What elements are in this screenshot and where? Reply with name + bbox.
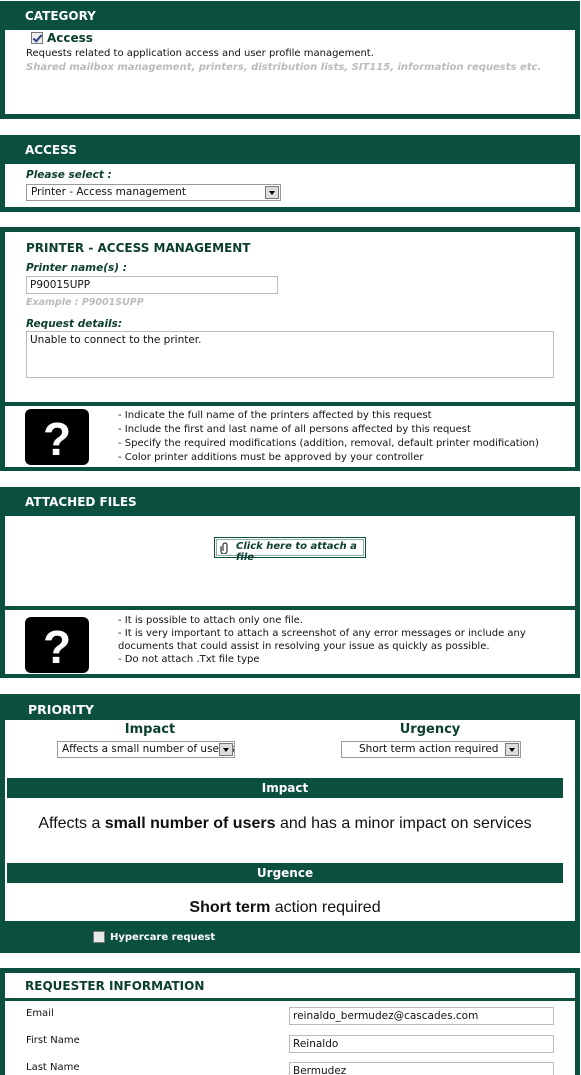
last-name-field[interactable]: Bermudez: [289, 1062, 554, 1075]
chevron-down-icon[interactable]: [505, 743, 519, 756]
chevron-down-icon[interactable]: [219, 743, 233, 756]
access-select[interactable]: Printer - Access management: [26, 184, 281, 201]
impact-select-value: Affects a small number of users a: [62, 743, 235, 755]
paperclip-icon: [220, 542, 228, 554]
urgence-desc-post: action required: [270, 899, 381, 916]
access-select-value: Printer - Access management: [31, 186, 187, 198]
help-line: - Color printer additions must be approv…: [118, 452, 424, 463]
access-checkbox-label[interactable]: Access: [47, 31, 93, 45]
help-line: - Do not attach .Txt file type: [118, 654, 260, 665]
access-checkbox[interactable]: [31, 32, 43, 44]
request-details-textarea[interactable]: Unable to connect to the printer.: [26, 331, 554, 378]
impact-select[interactable]: Affects a small number of users a: [57, 741, 235, 758]
printer-name-label: Printer name(s) :: [26, 262, 127, 274]
attached-help-box: ? - It is possible to attach only one fi…: [5, 606, 575, 674]
printer-name-input[interactable]: P90015UPP: [26, 276, 278, 294]
help-line: - It is very important to attach a scree…: [118, 628, 526, 639]
priority-panel: PRIORITY Impact Affects a small number o…: [0, 694, 580, 953]
priority-header: PRIORITY: [5, 699, 575, 720]
requester-header: REQUESTER INFORMATION: [5, 973, 575, 993]
urgence-desc-bold: Short term: [189, 899, 271, 916]
requester-header-line: [5, 998, 575, 1001]
printer-title: PRINTER - ACCESS MANAGEMENT: [26, 241, 251, 255]
impact-desc-post: and has a minor impact on services: [275, 815, 532, 832]
question-mark-icon: ?: [25, 617, 89, 673]
svg-text:?: ?: [43, 413, 71, 465]
impact-bar: Impact: [7, 778, 563, 798]
question-mark-icon: ?: [25, 409, 89, 465]
email-label: Email: [26, 1008, 54, 1019]
priority-body: Impact Affects a small number of users a…: [5, 720, 575, 921]
urgency-select-value: Short term action required: [359, 743, 499, 755]
impact-desc-pre: Affects a: [38, 815, 105, 832]
urgence-description: Short term action required: [5, 899, 565, 917]
help-line: documents that could assist in resolving…: [118, 641, 490, 652]
impact-desc-bold: small number of users: [104, 815, 276, 832]
attached-files-panel: ATTACHED FILES Click here to attach a fi…: [0, 487, 580, 678]
hypercare-checkbox[interactable]: [93, 931, 105, 943]
requester-panel: REQUESTER INFORMATION Email reinaldo_ber…: [0, 968, 580, 1075]
printer-help-box: ? - Indicate the full name of the printe…: [5, 402, 575, 467]
category-panel: CATEGORY Access Requests related to appl…: [0, 1, 580, 119]
help-line: - Specify the required modifications (ad…: [118, 438, 539, 449]
access-select-label: Please select :: [26, 169, 112, 181]
impact-label: Impact: [124, 722, 176, 737]
impact-description: Affects a small number of users and has …: [5, 815, 565, 833]
help-line: - Include the first and last name of all…: [118, 424, 471, 435]
help-line: - Indicate the full name of the printers…: [118, 410, 432, 421]
last-name-label: Last Name: [26, 1062, 80, 1073]
category-examples: Shared mailbox management, printers, dis…: [26, 62, 542, 73]
svg-text:?: ?: [43, 621, 71, 673]
urgency-select[interactable]: Short term action required: [341, 741, 521, 758]
urgency-label: Urgency: [399, 722, 461, 737]
chevron-down-icon[interactable]: [265, 186, 279, 199]
urgence-bar: Urgence: [7, 863, 563, 883]
hypercare-label[interactable]: Hypercare request: [110, 932, 215, 943]
attach-file-label: Click here to attach a file: [236, 541, 357, 563]
category-header: CATEGORY: [5, 6, 575, 30]
printer-help-text: - Indicate the full name of the printers…: [118, 409, 539, 465]
first-name-field[interactable]: Reinaldo: [289, 1035, 554, 1053]
attach-file-button[interactable]: Click here to attach a file: [214, 537, 366, 563]
attached-files-header: ATTACHED FILES: [5, 492, 575, 516]
email-field[interactable]: reinaldo_bermudez@cascades.com: [289, 1007, 554, 1025]
printer-panel: PRINTER - ACCESS MANAGEMENT Printer name…: [0, 227, 580, 471]
help-line: - It is possible to attach only one file…: [118, 615, 303, 626]
request-details-label: Request details:: [26, 318, 123, 330]
attached-help-text: - It is possible to attach only one file…: [118, 614, 526, 666]
access-panel: ACCESS Please select : Printer - Access …: [0, 135, 580, 212]
first-name-label: First Name: [26, 1035, 80, 1046]
access-header: ACCESS: [5, 140, 575, 164]
category-description: Requests related to application access a…: [26, 48, 374, 59]
printer-name-example: Example : P9001SUPP: [26, 297, 144, 308]
